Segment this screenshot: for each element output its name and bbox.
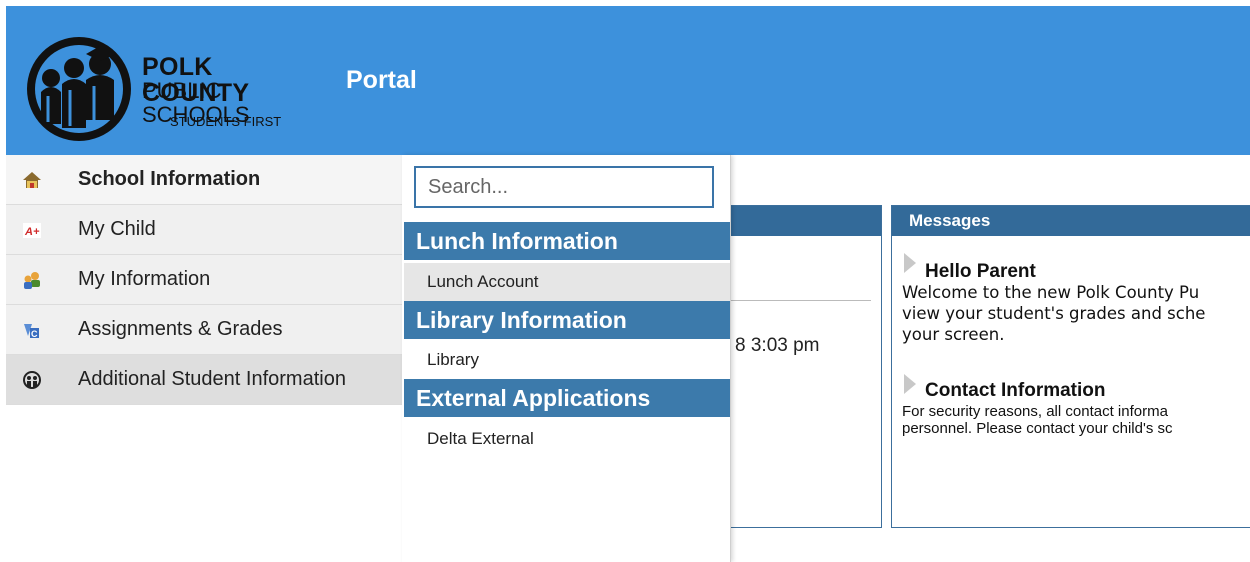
message-title[interactable]: Contact Information xyxy=(925,380,1106,402)
students-logo-icon xyxy=(27,37,131,141)
info-panel-header xyxy=(721,206,881,236)
message-body: For security reasons, all contact inform… xyxy=(902,403,1250,437)
sidebar-item-label: My Child xyxy=(78,218,156,240)
school-logo[interactable]: POLK COUNTY PUBLIC SCHOOLS STUDENTS FIRS… xyxy=(24,34,324,144)
sidebar-item-my-child[interactable]: A+ My Child xyxy=(6,205,402,255)
sidebar-item-school-information[interactable]: School Information xyxy=(6,155,402,205)
message-line: view your student's grades and sche xyxy=(902,304,1206,323)
message-line: your screen. xyxy=(902,325,1005,344)
sidebar-item-label: Additional Student Information xyxy=(78,368,346,390)
menu-item-lunch-account[interactable]: Lunch Account xyxy=(404,263,730,301)
messages-panel: Messages Hello Parent Welcome to the new… xyxy=(891,205,1250,528)
search-input[interactable] xyxy=(414,166,714,208)
message-line: Welcome to the new Polk County Pu xyxy=(902,283,1200,302)
message-title[interactable]: Hello Parent xyxy=(925,261,1036,283)
message-body: Welcome to the new Polk County Pu view y… xyxy=(902,282,1250,345)
abc-icon: C xyxy=(24,324,39,339)
page-title: Portal xyxy=(346,66,417,94)
messages-header: Messages xyxy=(892,206,1250,236)
category-heading: External Applications xyxy=(404,379,730,417)
school-information-flyout: Lunch Information Lunch Account Library … xyxy=(402,155,731,562)
sidebar-item-label: My Information xyxy=(78,268,211,290)
info-panel: 8 3:03 pm xyxy=(720,205,882,528)
sidebar-item-assignments-grades[interactable]: C Assignments & Grades xyxy=(6,305,402,355)
sidebar-item-label: Assignments & Grades xyxy=(78,318,283,340)
menu-item-delta-external[interactable]: Delta External xyxy=(404,420,730,458)
people-icon xyxy=(24,272,40,289)
expand-arrow-icon[interactable] xyxy=(904,253,916,273)
svg-text:A+: A+ xyxy=(24,226,40,238)
category-heading: Library Information xyxy=(404,301,730,339)
students-group-icon xyxy=(23,371,41,389)
message-line: personnel. Please contact your child's s… xyxy=(902,420,1173,437)
category-heading: Lunch Information xyxy=(404,222,730,260)
logo-tagline: STUDENTS FIRST xyxy=(170,114,282,129)
sidebar-nav: School Information A+ My Child My Inform… xyxy=(6,155,403,562)
sidebar-item-my-information[interactable]: My Information xyxy=(6,255,402,305)
divider xyxy=(731,300,871,301)
portal-header: POLK COUNTY PUBLIC SCHOOLS STUDENTS FIRS… xyxy=(6,6,1250,155)
message-line: For security reasons, all contact inform… xyxy=(902,403,1168,420)
svg-text:C: C xyxy=(31,329,38,339)
sidebar-item-label: School Information xyxy=(78,168,261,190)
expand-arrow-icon[interactable] xyxy=(904,374,916,394)
sidebar-item-additional-student-information[interactable]: Additional Student Information xyxy=(6,355,402,405)
grade-a-plus-icon: A+ xyxy=(23,223,41,238)
menu-item-library[interactable]: Library xyxy=(404,341,730,379)
house-icon xyxy=(23,172,41,188)
timestamp: 8 3:03 pm xyxy=(735,335,820,356)
